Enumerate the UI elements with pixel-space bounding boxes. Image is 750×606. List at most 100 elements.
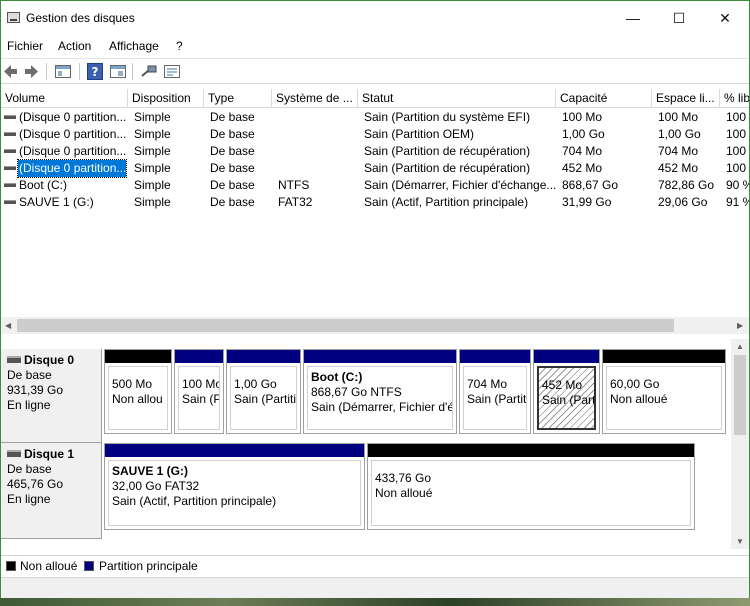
partition-status: Sain (Parti (542, 393, 596, 407)
column-header-type[interactable]: Type (204, 89, 272, 108)
cell-free-percent: 91 % (726, 195, 749, 209)
properties-icon[interactable] (109, 63, 127, 80)
cell-status: Sain (Partition de récupération) (364, 161, 531, 175)
unallocated-block[interactable]: 500 Mo Non allou (104, 349, 172, 434)
horizontal-scroll-thumb[interactable] (17, 319, 674, 332)
list-view-icon[interactable] (163, 63, 181, 80)
help-icon[interactable]: ? (87, 63, 103, 80)
partition-block[interactable]: Boot (C:) 868,67 Go NTFS Sain (Démarrer, F… (303, 349, 457, 434)
cell-filesystem (278, 143, 358, 160)
table-row[interactable]: Boot (C:) Simple De base NTFS Sain (Démarrer… (1, 177, 749, 194)
cell-free-percent: 100 % (726, 144, 749, 158)
table-row[interactable]: (Disque 0 partition... Simple De base Sain … (1, 126, 749, 143)
partition-type-bar (105, 444, 364, 457)
cell-type: De base (210, 178, 255, 192)
table-row[interactable]: SAUVE 1 (G:) Simple De base FAT32 Sain (Acti… (1, 194, 749, 211)
disk-size: 465,76 Go (7, 477, 64, 491)
volume-icon (4, 183, 16, 187)
volume-list[interactable]: Volume Disposition Type Système de ... Statu… (1, 85, 749, 325)
volume-icon (4, 200, 16, 204)
unallocated-block[interactable]: 60,00 Go Non alloué (602, 349, 726, 434)
cell-volume: Boot (C:) (19, 178, 68, 192)
scroll-up-icon[interactable]: ▲ (736, 342, 744, 351)
partition-type-bar (227, 350, 300, 363)
table-row[interactable]: (Disque 0 partition... Simple De base Sain … (1, 109, 749, 126)
vertical-scroll-thumb[interactable] (734, 355, 746, 435)
toolbar: ? (1, 58, 749, 84)
partition-block[interactable]: 100 Mo Sain (P (174, 349, 224, 434)
cell-type: De base (210, 127, 255, 141)
partition-details: 60,00 Go Non alloué (606, 366, 722, 430)
column-header-volume[interactable]: Volume (1, 89, 128, 108)
partition-details: Boot (C:) 868,67 Go NTFS Sain (Démarrer, F… (307, 366, 453, 430)
partition-block[interactable]: 452 Mo Sain (Parti (533, 349, 600, 434)
legend-unallocated-swatch (6, 561, 16, 571)
column-header-free-space[interactable]: Espace li... (652, 89, 720, 108)
minimize-button[interactable]: — (610, 1, 656, 35)
cell-capacity: 704 Mo (562, 144, 603, 158)
volume-icon (4, 115, 16, 119)
table-row[interactable]: (Disque 0 partition... Simple De base Sain … (1, 159, 749, 178)
partition-details: 100 Mo Sain (P (178, 366, 220, 430)
legend-unallocated-label: Non alloué (20, 559, 78, 573)
partition-size: 60,00 Go (610, 377, 660, 391)
disk-size: 931,39 Go (7, 383, 64, 397)
disk-name: Disque 1 (24, 447, 75, 461)
cell-type: De base (210, 144, 255, 158)
console-tree-icon[interactable] (54, 63, 72, 80)
unallocated-block[interactable]: 433,76 Go Non alloué (367, 443, 695, 530)
horizontal-scrollbar[interactable]: ◀ ▶ (1, 317, 749, 334)
menu-fichier[interactable]: Fichier (7, 39, 43, 53)
column-header-filesystem[interactable]: Système de ... (272, 89, 358, 108)
partition-type-bar (304, 350, 456, 363)
partition-status: Sain (Partitio (234, 392, 297, 406)
maximize-button[interactable]: ☐ (656, 1, 702, 35)
disk-drive-icon (7, 450, 21, 457)
partition-details: 433,76 Go Non alloué (371, 460, 691, 526)
cell-disposition: Simple (134, 127, 171, 141)
partition-details: 452 Mo Sain (Parti (537, 366, 596, 430)
partition-block[interactable]: 1,00 Go Sain (Partitio (226, 349, 301, 434)
partition-size: 433,76 Go (375, 471, 432, 485)
disk-status: En ligne (7, 492, 51, 506)
menu-affichage[interactable]: Affichage (109, 39, 159, 53)
column-header-status[interactable]: Statut (358, 89, 556, 108)
toolbar-separator (79, 63, 80, 80)
volume-icon (4, 166, 16, 170)
menu-action[interactable]: Action (58, 39, 91, 53)
partition-details: 704 Mo Sain (Partit (463, 366, 527, 430)
cell-free-percent: 100 % (726, 110, 749, 124)
cell-volume: (Disque 0 partition... (19, 144, 126, 158)
column-header-capacity[interactable]: Capacité (556, 89, 652, 108)
cell-status: Sain (Partition OEM) (364, 127, 475, 141)
column-header-disposition[interactable]: Disposition (128, 89, 204, 108)
partition-status: Non alloué (610, 392, 668, 406)
scroll-left-icon[interactable]: ◀ (5, 321, 11, 330)
vertical-scrollbar[interactable]: ▲ ▼ (731, 339, 749, 549)
menu-help[interactable]: ? (176, 39, 183, 53)
cell-free-space: 1,00 Go (658, 127, 701, 141)
partition-status: Non alloué (375, 486, 433, 500)
disk-info-panel[interactable]: Disque 0 De base 931,39 Go En ligne (1, 349, 102, 443)
close-button[interactable]: ✕ (702, 1, 748, 35)
toolbar-separator (132, 63, 133, 80)
toolbar-separator (46, 63, 47, 80)
partition-type-bar (460, 350, 530, 363)
cell-free-space: 782,86 Go (658, 178, 715, 192)
partition-size: 868,67 Go NTFS (311, 385, 402, 399)
partition-block[interactable]: SAUVE 1 (G:) 32,00 Go FAT32 Sain (Actif, P… (104, 443, 365, 530)
title-bar: Gestion des disques — ☐ ✕ (1, 1, 749, 35)
scroll-down-icon[interactable]: ▼ (736, 537, 744, 546)
cell-volume: (Disque 0 partition... (19, 110, 126, 124)
partition-details: SAUVE 1 (G:) 32,00 Go FAT32 Sain (Actif, P… (108, 460, 361, 526)
connect-icon[interactable] (140, 63, 158, 80)
forward-arrow-icon[interactable] (23, 63, 40, 80)
cell-free-space: 452 Mo (658, 161, 699, 175)
disk-info-panel[interactable]: Disque 1 De base 465,76 Go En ligne (1, 443, 102, 539)
cell-free-space: 29,06 Go (658, 195, 708, 209)
column-header-free-percent[interactable]: % lib (720, 89, 749, 108)
scroll-right-icon[interactable]: ▶ (737, 321, 743, 330)
table-row[interactable]: (Disque 0 partition... Simple De base Sain … (1, 143, 749, 160)
back-arrow-icon[interactable] (2, 63, 19, 80)
partition-block[interactable]: 704 Mo Sain (Partit (459, 349, 531, 434)
